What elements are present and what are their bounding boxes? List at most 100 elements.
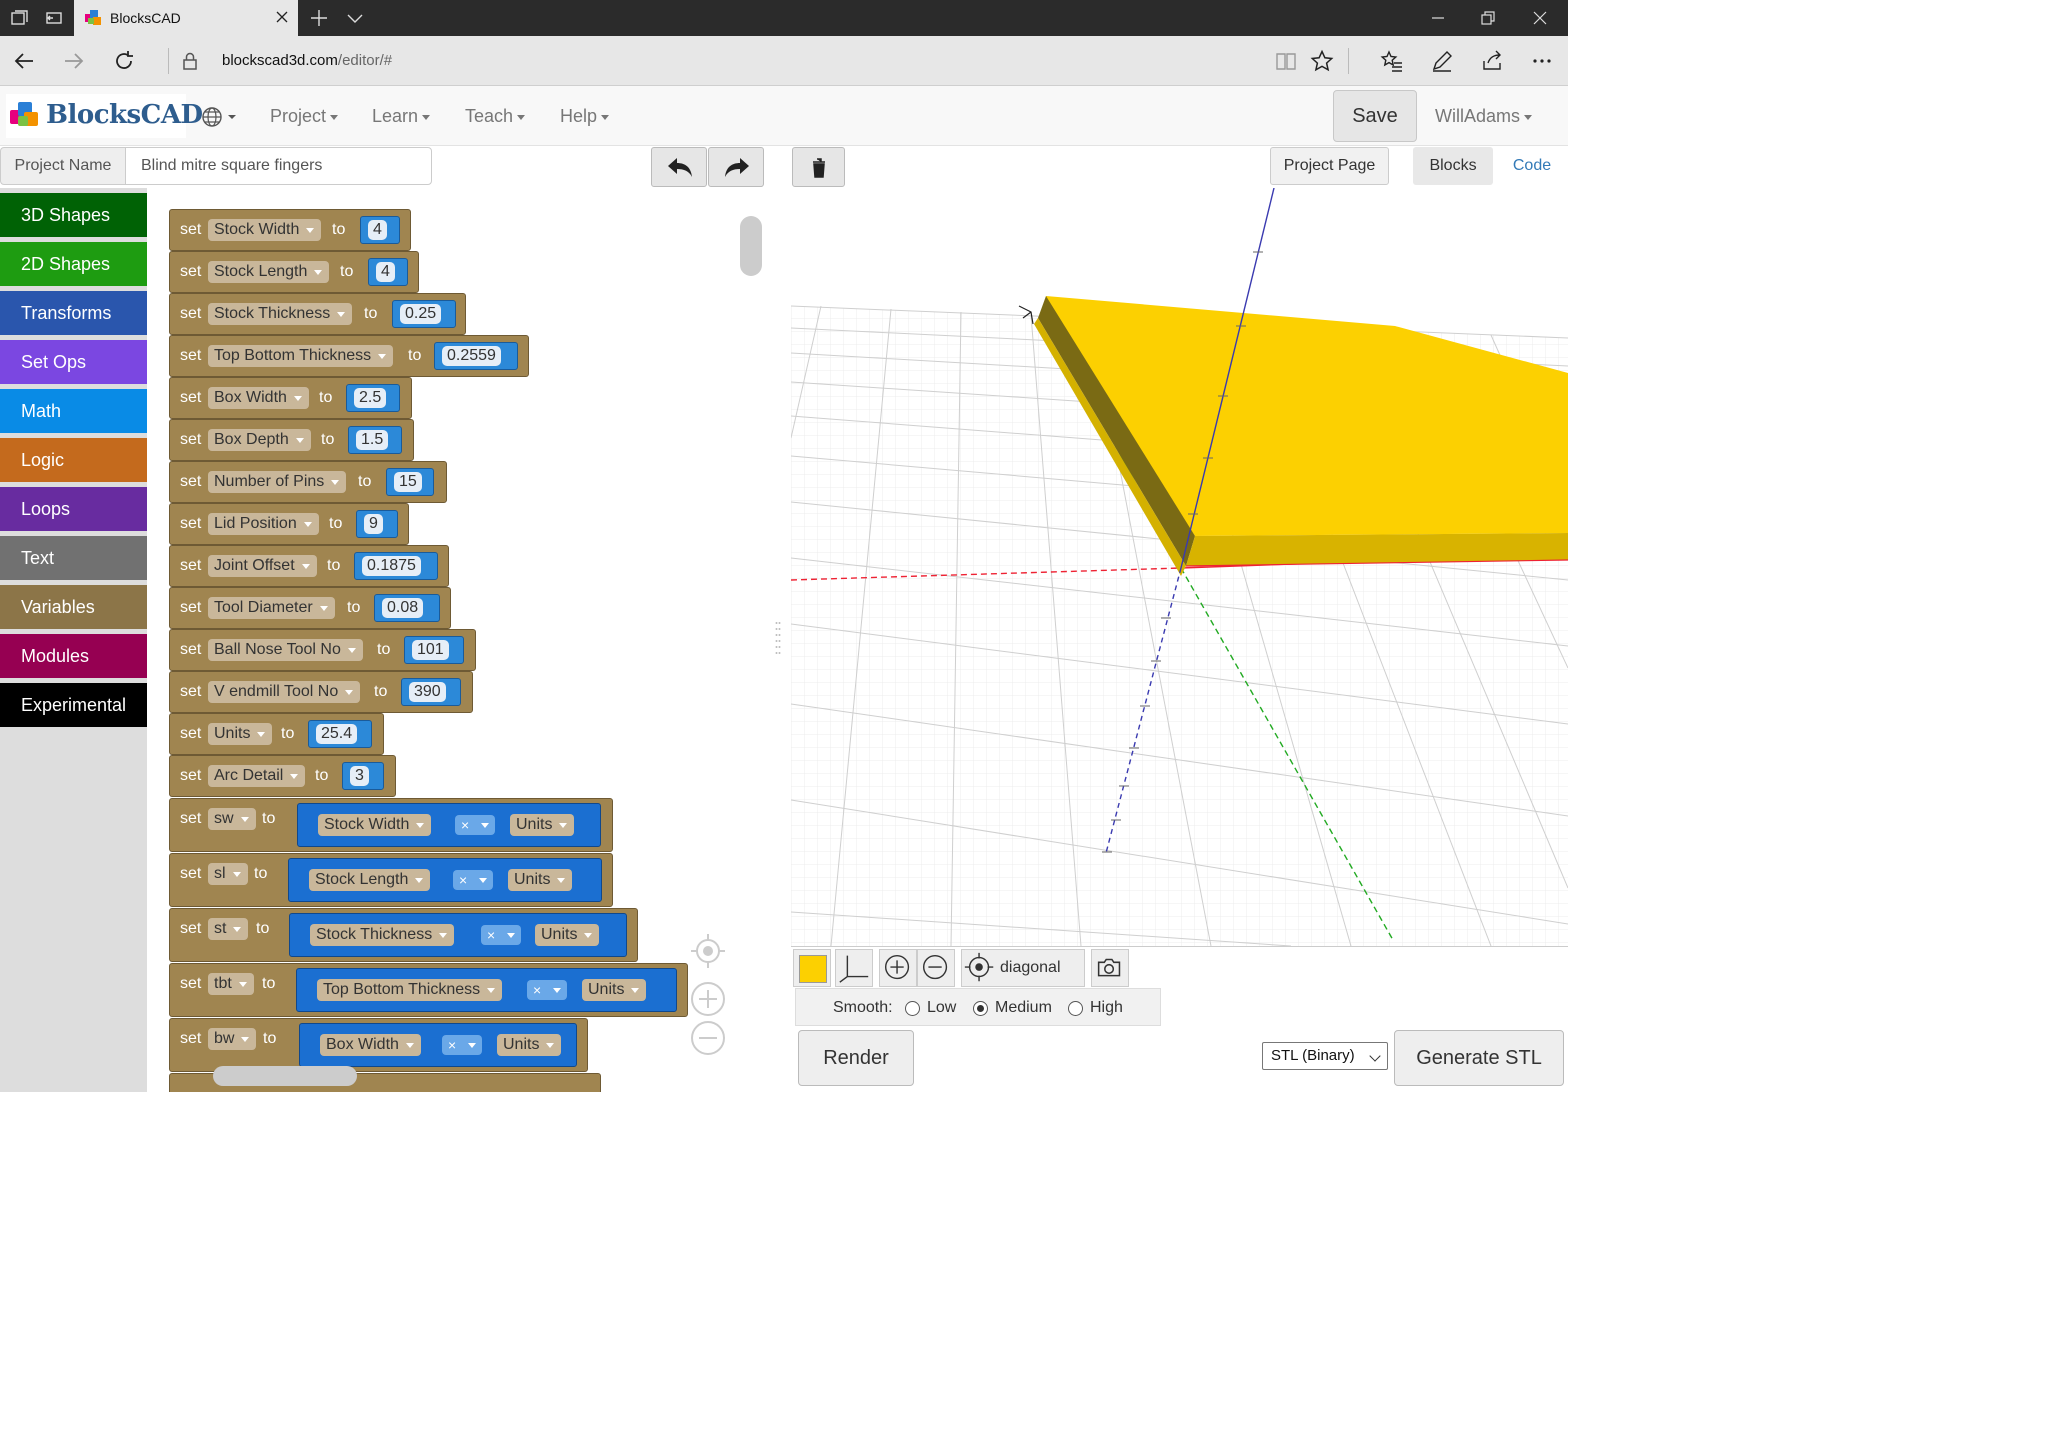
workspace-vertical-scrollbar[interactable]	[740, 216, 762, 276]
variable-dropdown[interactable]: Arc Detail	[208, 765, 306, 787]
category-set-ops[interactable]: Set Ops	[0, 340, 147, 384]
zoom-out-icon[interactable]	[689, 1019, 727, 1057]
set-block-number-of-pins[interactable]: set Number of Pins to 15	[169, 461, 447, 503]
set-block-v-endmill-tool-no[interactable]: set V endmill Tool No to 390	[169, 671, 473, 713]
number-value[interactable]: 1.5	[356, 430, 389, 450]
operator-dropdown[interactable]: ×	[481, 925, 521, 945]
screenshot-button[interactable]	[1091, 949, 1129, 987]
number-block[interactable]: 25.4	[308, 720, 372, 748]
variable-dropdown[interactable]: V endmill Tool No	[208, 681, 361, 703]
number-value[interactable]: 0.25	[400, 304, 442, 324]
arithmetic-block[interactable]: Stock Thickness × Units	[289, 913, 627, 957]
set-block-bw[interactable]: set bw to Box Width × Units	[169, 1018, 588, 1072]
number-block[interactable]: 390	[401, 678, 461, 706]
set-block-box-depth[interactable]: set Box Depth to 1.5	[169, 419, 414, 461]
set-block-stock-length[interactable]: set Stock Length to 4	[169, 251, 419, 293]
set-block-box-width[interactable]: set Box Width to 2.5	[169, 377, 412, 419]
star-icon[interactable]	[1310, 49, 1334, 73]
menu-project[interactable]: Project	[270, 106, 338, 127]
set-block-top-bottom-thickness[interactable]: set Top Bottom Thickness to 0.2559	[169, 335, 529, 377]
variable-dropdown[interactable]: bw	[208, 1028, 257, 1050]
variable-getter[interactable]: Units	[535, 924, 600, 946]
smooth-high-label[interactable]: High	[1090, 999, 1123, 1017]
operator-dropdown[interactable]: ×	[527, 980, 567, 1000]
number-value[interactable]: 3	[350, 766, 369, 786]
number-block[interactable]: 101	[404, 636, 464, 664]
set-block-stock-thickness[interactable]: set Stock Thickness to 0.25	[169, 293, 466, 335]
project-name-input[interactable]	[125, 147, 432, 185]
variable-getter[interactable]: Units	[497, 1034, 562, 1056]
set-block-st[interactable]: set st to Stock Thickness × Units	[169, 908, 638, 962]
project-page-button[interactable]: Project Page	[1270, 147, 1389, 185]
arithmetic-block[interactable]: Stock Width × Units	[297, 803, 601, 847]
smooth-medium-label[interactable]: Medium	[995, 999, 1052, 1017]
url-field[interactable]: blockscad3d.com/editor/#	[222, 52, 392, 69]
set-block-joint-offset[interactable]: set Joint Offset to 0.1875	[169, 545, 449, 587]
minimize-icon[interactable]	[1428, 8, 1448, 28]
set-block-units[interactable]: set Units to 25.4	[169, 713, 384, 755]
tab-manager-icon[interactable]	[10, 8, 30, 28]
number-value[interactable]: 4	[368, 220, 387, 240]
undo-button[interactable]	[651, 147, 707, 187]
refresh-icon[interactable]	[112, 49, 136, 73]
new-tab-icon[interactable]	[309, 8, 329, 28]
number-block[interactable]: 15	[386, 468, 434, 496]
category-transforms[interactable]: Transforms	[0, 291, 147, 335]
arithmetic-block[interactable]: Top Bottom Thickness × Units	[296, 968, 677, 1012]
variable-getter[interactable]: Box Width	[320, 1034, 421, 1056]
color-picker-button[interactable]	[793, 949, 831, 987]
number-block[interactable]: 0.08	[374, 594, 440, 622]
set-block-lid-position[interactable]: set Lid Position to 9	[169, 503, 409, 545]
smooth-high-radio[interactable]	[1068, 1001, 1083, 1016]
variable-dropdown[interactable]: Ball Nose Tool No	[208, 639, 363, 661]
lock-icon[interactable]	[178, 49, 202, 73]
set-block-sw[interactable]: set sw to Stock Width × Units	[169, 798, 613, 852]
zoom-out-view-button[interactable]	[917, 949, 955, 987]
zoom-in-view-button[interactable]	[879, 949, 917, 987]
number-value[interactable]: 4	[376, 262, 395, 282]
3d-viewport[interactable]	[791, 188, 1568, 946]
reading-view-icon[interactable]	[1274, 49, 1298, 73]
variable-dropdown[interactable]: Units	[208, 723, 273, 745]
variable-dropdown[interactable]: Top Bottom Thickness	[208, 345, 394, 367]
set-block-tbt[interactable]: set tbt to Top Bottom Thickness × Units	[169, 963, 688, 1017]
close-window-icon[interactable]	[1530, 8, 1550, 28]
variable-dropdown[interactable]: tbt	[208, 973, 254, 995]
smooth-low-label[interactable]: Low	[927, 999, 956, 1017]
more-options-icon[interactable]	[1530, 49, 1554, 73]
number-block[interactable]: 0.2559	[434, 342, 518, 370]
category-variables[interactable]: Variables	[0, 585, 147, 629]
back-arrow-icon[interactable]	[12, 49, 36, 73]
category-2d-shapes[interactable]: 2D Shapes	[0, 242, 147, 286]
category-modules[interactable]: Modules	[0, 634, 147, 678]
number-value[interactable]: 9	[364, 514, 383, 534]
variable-dropdown[interactable]: Box Depth	[208, 429, 311, 451]
redo-button[interactable]	[708, 147, 764, 187]
variable-dropdown[interactable]: sl	[208, 863, 248, 885]
recenter-icon[interactable]	[689, 932, 727, 970]
view-select[interactable]: diagonal	[961, 949, 1085, 987]
variable-dropdown[interactable]: Lid Position	[208, 513, 319, 535]
menu-teach[interactable]: Teach	[465, 106, 525, 127]
variable-getter[interactable]: Units	[508, 869, 573, 891]
variable-getter[interactable]: Top Bottom Thickness	[317, 979, 503, 1001]
variable-dropdown[interactable]: sw	[208, 808, 256, 830]
toggle-axes-button[interactable]	[835, 949, 873, 987]
favorites-hub-icon[interactable]	[1380, 49, 1404, 73]
number-block[interactable]: 3	[342, 762, 384, 790]
chevron-down-icon[interactable]	[345, 8, 365, 28]
number-value[interactable]: 390	[409, 682, 446, 702]
variable-dropdown[interactable]: Stock Width	[208, 219, 322, 241]
set-block-arc-detail[interactable]: set Arc Detail to 3	[169, 755, 396, 797]
number-block[interactable]: 0.1875	[354, 552, 438, 580]
render-button[interactable]: Render	[798, 1030, 914, 1086]
operator-dropdown[interactable]: ×	[453, 870, 493, 890]
variable-dropdown[interactable]: Number of Pins	[208, 471, 347, 493]
category-3d-shapes[interactable]: 3D Shapes	[0, 193, 147, 237]
close-tab-icon[interactable]	[274, 9, 290, 25]
number-block[interactable]: 2.5	[346, 384, 400, 412]
number-block[interactable]: 4	[368, 258, 408, 286]
blocks-workspace[interactable]: set Stock Width to 4 set Stock Length to…	[147, 188, 767, 1092]
share-icon[interactable]	[1480, 49, 1504, 73]
set-block-stock-width[interactable]: set Stock Width to 4	[169, 209, 411, 251]
